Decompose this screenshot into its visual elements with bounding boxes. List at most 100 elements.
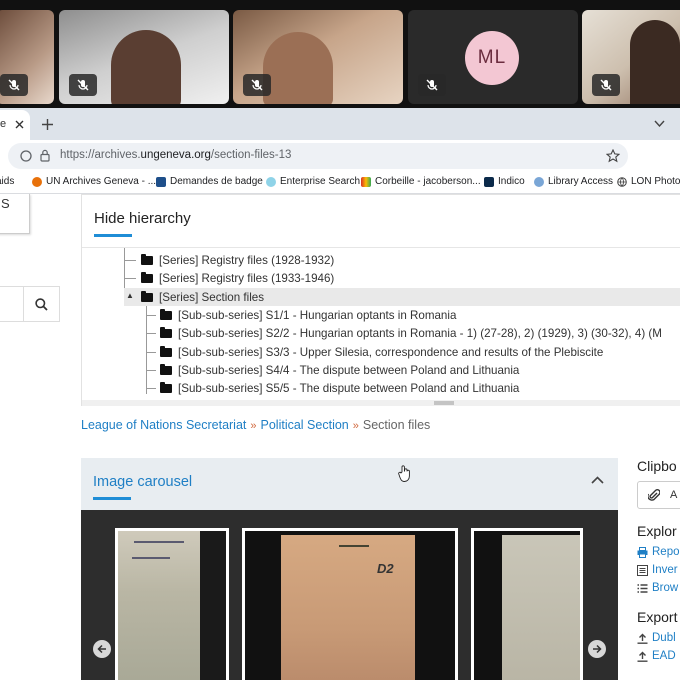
carousel-prev-button[interactable] [93,640,111,658]
upload-icon [637,651,648,662]
tree-line [124,260,136,261]
tree-line [146,370,156,371]
arrow-left-icon [97,644,106,654]
tree-item-label: [Sub-sub-series] S2/2 - Hungarian optant… [178,326,662,340]
tree-line [146,315,156,316]
bookmark-item[interactable]: LON Photos [617,176,680,187]
carousel-image[interactable] [471,528,583,680]
document-cover [502,535,580,680]
collapse-caret-icon[interactable]: ▲ [126,291,134,300]
add-to-clipboard-button[interactable]: A [637,481,680,509]
tree-item-subseries[interactable]: [Sub-sub-series] S5/5 - The dispute betw… [160,379,519,397]
tree-item-label: [Sub-sub-series] S4/4 - The dispute betw… [178,363,520,377]
side-dropdown[interactable]: S [0,194,30,234]
export-link-dublin-core[interactable]: Dubl [637,629,680,647]
tree-item-series[interactable]: [Series] Registry files (1928-1932) [141,251,334,269]
tab-title: e [0,118,7,130]
carousel-image[interactable]: D2 [242,528,458,680]
participant-tile-4[interactable]: ML [408,10,578,104]
explore-link-reports[interactable]: Repo [637,543,680,561]
participant-tile-3[interactable] [233,10,403,104]
bookmark-label: Corbeille - jacoberson... [375,176,481,187]
explore-link-inventory[interactable]: Inver [637,561,680,579]
carousel-image[interactable] [115,528,229,680]
tree-item-subseries[interactable]: [Sub-sub-series] S2/2 - Hungarian optant… [160,324,662,342]
mouse-cursor-icon [398,465,410,482]
muted-mic-icon [418,74,446,96]
tree-item-subseries[interactable]: [Sub-sub-series] S1/1 - Hungarian optant… [160,306,456,324]
tree-item-label: [Sub-sub-series] S1/1 - Hungarian optant… [178,308,457,322]
bookmark-item[interactable]: Library Access [534,176,613,187]
bookmark-label: aids [0,176,15,187]
bookmark-item[interactable]: UN Archives Geneva - ... [32,176,156,187]
muted-mic-icon [69,74,97,96]
explore-link-browse[interactable]: Brow [637,579,680,597]
list-box-icon [637,564,648,576]
bookmark-star-icon[interactable] [606,149,620,163]
breadcrumb-separator: » [352,420,359,432]
breadcrumb-link[interactable]: League of Nations Secretariat [81,418,246,432]
participant-tile-5[interactable] [582,10,680,104]
participant-tile-1[interactable] [0,10,54,104]
folder-icon [160,326,172,338]
bookmarks-bar: aids UN Archives Geneva - ... Demandes d… [0,172,680,194]
carousel-header[interactable]: Image carousel [81,458,618,510]
export-links: Dubl EAD [637,629,680,665]
address-bar[interactable]: https://archives.ungeneva.org/section-fi… [8,143,628,169]
globe-icon [617,176,627,187]
carousel-body: D2 [81,510,618,680]
tree-line [124,278,136,279]
breadcrumb-link[interactable]: Political Section [261,418,349,432]
bookmark-item[interactable]: Corbeille - jacoberson... [361,176,481,187]
participant-avatar: ML [465,31,519,85]
close-tab-icon[interactable] [15,120,24,129]
export-heading: Export [637,609,678,625]
tree-line [146,352,156,353]
screen: ML e https://archives.ungeneva.org/secti… [0,0,680,680]
tree-item-subseries[interactable]: [Sub-sub-series] S3/3 - Upper Silesia, c… [160,343,603,361]
folder-icon [160,308,172,320]
browser-tab[interactable]: e [0,110,30,140]
bookmark-item[interactable]: Indico [484,176,525,187]
search-box[interactable] [0,286,60,322]
new-tab-icon[interactable] [42,119,53,130]
site-info-icon[interactable] [20,150,32,162]
handwriting [134,541,184,543]
tree-item-series[interactable]: [Series] Registry files (1933-1946) [141,269,334,287]
folder-icon [160,345,172,357]
document-scan: D2 [245,531,455,680]
document-stamp: D2 [377,561,394,576]
explore-links: Repo Inver Brow [637,543,680,597]
scrollbar-thumb[interactable] [434,401,454,405]
search-button[interactable] [23,287,59,321]
browser-address-row: https://archives.ungeneva.org/section-fi… [0,140,680,172]
page-content: S Hide hierarchy [Series] Registry files… [0,194,680,680]
link-label: Brow [652,582,679,594]
right-sidebar: Clipbo A Explor Repo Inver Brow Export D… [637,458,680,665]
bookmark-item[interactable]: aids [0,176,14,187]
chevron-down-icon[interactable] [654,120,665,127]
hierarchy-panel: Hide hierarchy [Series] Registry files (… [81,194,680,406]
tree-item-subseries[interactable]: [Sub-sub-series] S4/4 - The dispute betw… [160,361,519,379]
tree-line [146,304,147,394]
chevron-up-icon[interactable] [591,476,604,484]
title-underline [94,234,132,237]
search-icon [35,297,48,311]
horizontal-scrollbar[interactable] [82,400,680,406]
bookmark-item[interactable]: Enterprise Search [266,176,360,187]
participant-video [263,32,333,104]
link-label: EAD [652,650,676,662]
carousel-next-button[interactable] [588,640,606,658]
hide-hierarchy-toggle[interactable]: Hide hierarchy [94,210,191,227]
library-icon [534,176,544,187]
bookmark-item[interactable]: Demandes de badge [156,176,263,187]
title-underline [93,497,131,500]
hierarchy-tree: [Series] Registry files (1928-1932) [Ser… [82,248,680,398]
export-link-ead[interactable]: EAD [637,647,680,665]
tree-item-series-selected[interactable]: ▲ [Series] Section files [124,288,680,306]
list-icon [637,583,648,593]
tree-item-label: [Series] Registry files (1928-1932) [159,253,335,267]
clipboard-heading: Clipbo [637,458,677,474]
participant-tile-2[interactable] [59,10,229,104]
participant-video [630,20,680,104]
